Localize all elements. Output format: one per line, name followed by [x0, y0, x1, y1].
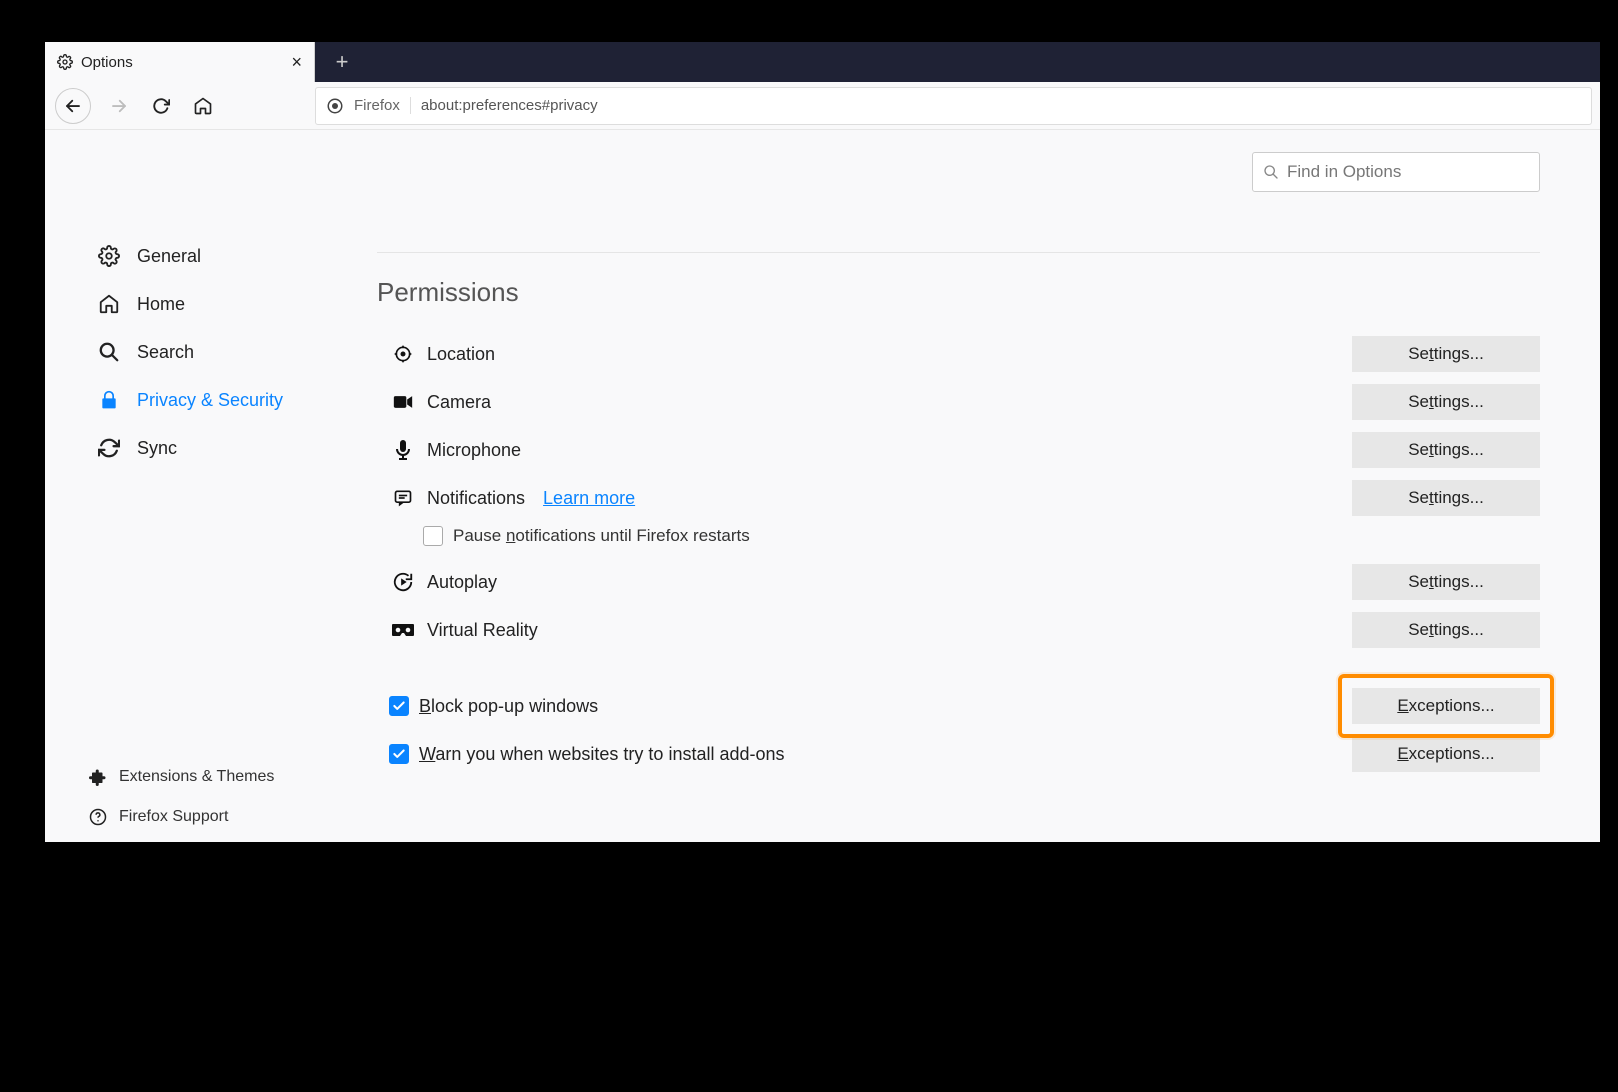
- sidebar-item-label: Privacy & Security: [137, 390, 283, 411]
- permission-row-microphone: Microphone Settings...: [365, 426, 1600, 474]
- warn-addons-checkbox[interactable]: [389, 744, 409, 764]
- learn-more-link[interactable]: Learn more: [543, 488, 635, 509]
- permission-label: Location: [427, 344, 495, 365]
- gear-icon: [97, 245, 121, 267]
- section-title: Permissions: [377, 277, 1600, 308]
- exceptions-button-popups[interactable]: Exceptions...: [1352, 688, 1540, 724]
- firefox-icon: [326, 97, 344, 115]
- permission-row-location: Location Settings...: [365, 330, 1600, 378]
- sidebar-bottom-label: Extensions & Themes: [119, 768, 274, 786]
- settings-button-location[interactable]: Settings...: [1352, 336, 1540, 372]
- permission-row-vr: Virtual Reality Settings...: [365, 606, 1600, 654]
- sidebar-support[interactable]: Firefox Support: [89, 800, 274, 834]
- permission-row-camera: Camera Settings...: [365, 378, 1600, 426]
- sidebar-bottom-label: Firefox Support: [119, 808, 228, 826]
- exceptions-button-addons[interactable]: Exceptions...: [1352, 736, 1540, 772]
- sidebar-item-label: General: [137, 246, 201, 267]
- puzzle-icon: [89, 768, 107, 786]
- sidebar-item-general[interactable]: General: [89, 232, 365, 280]
- sidebar-item-label: Home: [137, 294, 185, 315]
- sidebar-extensions[interactable]: Extensions & Themes: [89, 760, 274, 794]
- permission-row-addons: Warn you when websites try to install ad…: [365, 730, 1600, 778]
- content-area: General Home Search Privacy & Security: [45, 130, 1600, 842]
- sidebar-item-label: Sync: [137, 438, 177, 459]
- autoplay-icon: [389, 571, 417, 593]
- permission-label: Notifications: [427, 488, 525, 509]
- url-identity: Firefox: [354, 97, 411, 114]
- pause-notifications-checkbox[interactable]: [423, 526, 443, 546]
- sidebar-item-label: Search: [137, 342, 194, 363]
- permission-row-autoplay: Autoplay Settings...: [365, 558, 1600, 606]
- permission-label: Autoplay: [427, 572, 497, 593]
- pause-notifications-label: Pause notifications until Firefox restar…: [453, 526, 750, 546]
- browser-window: Options × + Firefox about:prefere: [45, 42, 1600, 842]
- settings-button-camera[interactable]: Settings...: [1352, 384, 1540, 420]
- permission-label: Microphone: [427, 440, 521, 461]
- sidebar-item-privacy[interactable]: Privacy & Security: [89, 376, 365, 424]
- section-divider: [377, 252, 1540, 253]
- tab-strip: Options × +: [45, 42, 1600, 82]
- settings-button-notifications[interactable]: Settings...: [1352, 480, 1540, 516]
- notifications-icon: [389, 488, 417, 508]
- url-bar[interactable]: Firefox about:preferences#privacy: [315, 87, 1592, 125]
- settings-button-autoplay[interactable]: Settings...: [1352, 564, 1540, 600]
- permission-label: Camera: [427, 392, 491, 413]
- gear-icon: [57, 54, 73, 70]
- home-icon: [97, 293, 121, 315]
- permission-row-notifications: Notifications Learn more Settings...: [365, 474, 1600, 522]
- forward-button[interactable]: [105, 92, 133, 120]
- settings-button-vr[interactable]: Settings...: [1352, 612, 1540, 648]
- search-icon: [97, 341, 121, 363]
- back-button[interactable]: [55, 88, 91, 124]
- block-popups-checkbox[interactable]: [389, 696, 409, 716]
- sidebar: General Home Search Privacy & Security: [45, 130, 365, 842]
- location-icon: [389, 344, 417, 364]
- camera-icon: [389, 394, 417, 410]
- home-button[interactable]: [189, 92, 217, 120]
- vr-icon: [389, 623, 417, 637]
- warn-addons-label: Warn you when websites try to install ad…: [419, 744, 785, 765]
- block-popups-label: Block pop-up windows: [419, 696, 598, 717]
- sidebar-item-sync[interactable]: Sync: [89, 424, 365, 472]
- sync-icon: [97, 437, 121, 459]
- permission-label: Virtual Reality: [427, 620, 538, 641]
- new-tab-button[interactable]: +: [315, 42, 369, 82]
- permission-row-popups: Block pop-up windows Exceptions...: [365, 682, 1600, 730]
- tab-label: Options: [81, 54, 283, 71]
- sidebar-item-home[interactable]: Home: [89, 280, 365, 328]
- search-placeholder: Find in Options: [1287, 162, 1401, 182]
- tab-options[interactable]: Options ×: [45, 42, 315, 82]
- main-pane: Find in Options Permissions Location Set…: [365, 130, 1600, 842]
- pause-notifications-row: Pause notifications until Firefox restar…: [365, 522, 1600, 558]
- reload-button[interactable]: [147, 92, 175, 120]
- close-tab-icon[interactable]: ×: [291, 52, 302, 73]
- search-icon: [1263, 164, 1279, 180]
- url-text: about:preferences#privacy: [421, 97, 598, 114]
- microphone-icon: [389, 439, 417, 461]
- toolbar: Firefox about:preferences#privacy: [45, 82, 1600, 130]
- lock-icon: [97, 390, 121, 410]
- help-icon: [89, 808, 107, 826]
- search-input[interactable]: Find in Options: [1252, 152, 1540, 192]
- settings-button-microphone[interactable]: Settings...: [1352, 432, 1540, 468]
- sidebar-item-search[interactable]: Search: [89, 328, 365, 376]
